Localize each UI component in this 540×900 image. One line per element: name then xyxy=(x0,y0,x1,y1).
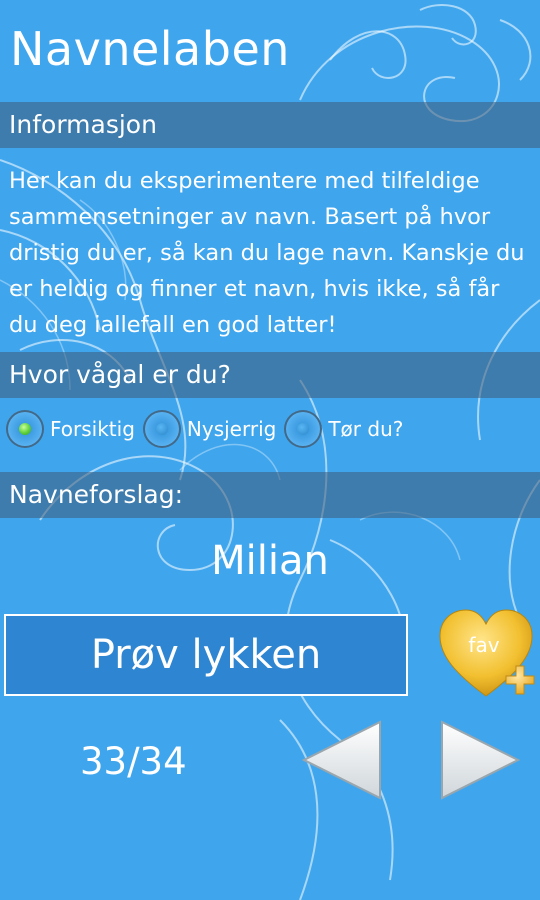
suggestion-section-header: Navneforslag: xyxy=(0,472,540,518)
radio-option-forsiktig[interactable]: Forsiktig xyxy=(6,410,135,448)
triangle-right-icon[interactable] xyxy=(438,718,522,802)
triangle-left-icon[interactable] xyxy=(300,718,384,802)
try-luck-button[interactable]: Prøv lykken xyxy=(4,614,408,696)
radio-option-tor-du[interactable]: Tør du? xyxy=(284,410,403,448)
radio-button-selected[interactable] xyxy=(6,410,44,448)
radio-label: Nysjerrig xyxy=(186,417,277,441)
radio-button[interactable] xyxy=(142,410,181,448)
info-section-header: Informasjon xyxy=(0,102,540,148)
boldness-section-header: Hvor vågal er du? xyxy=(0,352,540,398)
page-counter: 33/34 xyxy=(80,740,187,783)
radio-option-nysjerrig[interactable]: Nysjerrig xyxy=(142,410,277,448)
add-favorite-button[interactable]: fav xyxy=(436,604,536,704)
app-title: Navnelaben xyxy=(10,22,290,76)
heart-fav-icon: fav xyxy=(439,609,535,697)
radio-label: Tør du? xyxy=(328,417,404,441)
radio-label: Forsiktig xyxy=(50,417,135,441)
name-suggestion: Milian xyxy=(211,538,329,584)
radio-button[interactable] xyxy=(284,410,323,448)
boldness-radio-group: Forsiktig Nysjerrig Tør du? xyxy=(6,410,411,448)
fav-label: fav xyxy=(468,633,499,657)
info-text: Her kan du eksperimentere med tilfeldige… xyxy=(9,168,525,338)
